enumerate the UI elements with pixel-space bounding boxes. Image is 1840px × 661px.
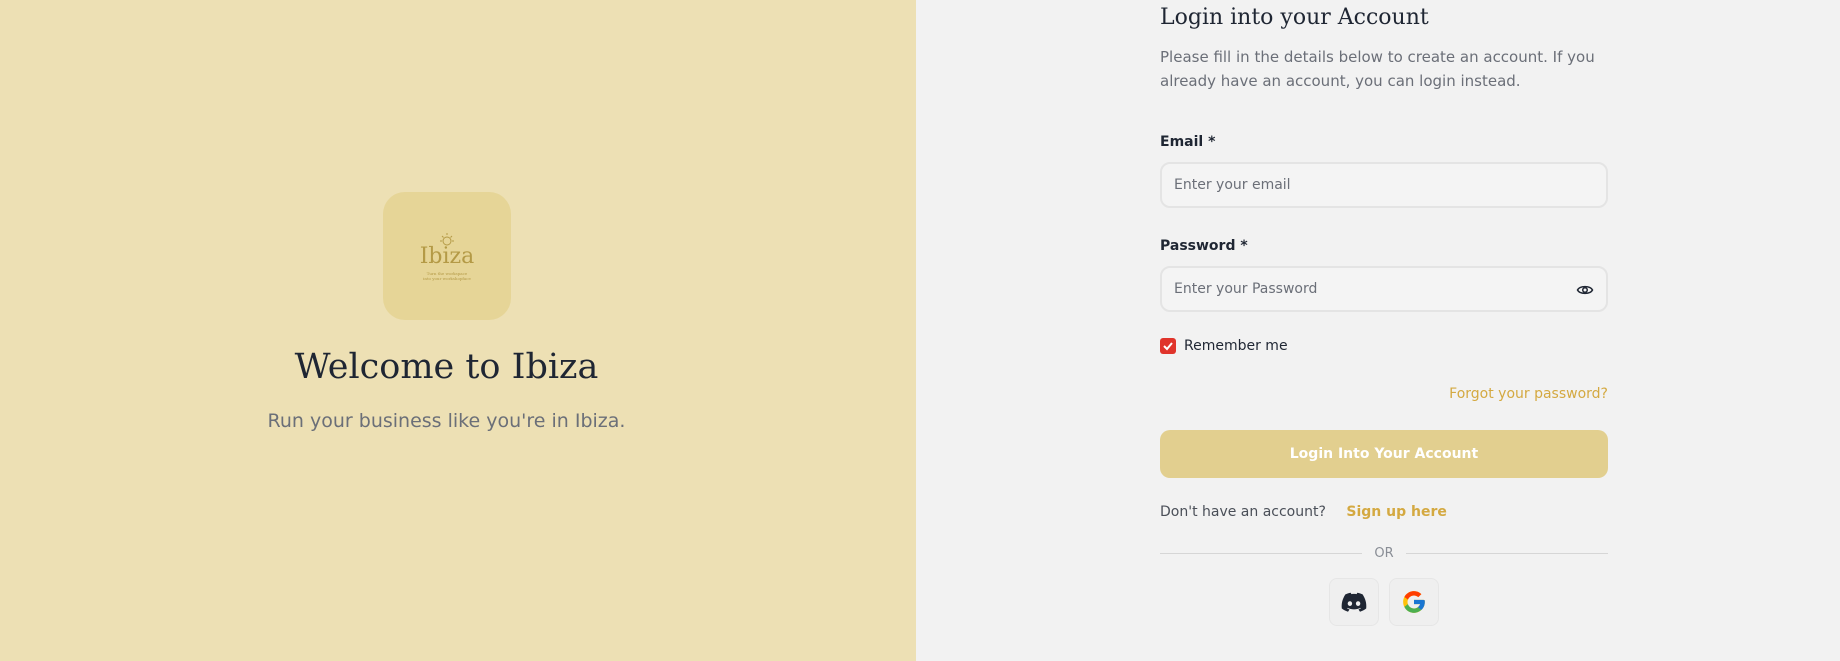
- social-login-buttons: [1160, 578, 1608, 626]
- password-input[interactable]: [1162, 268, 1606, 310]
- email-label: Email *: [1160, 134, 1216, 150]
- login-panel: Login into your Account Please fill in t…: [916, 0, 1840, 661]
- password-label: Password *: [1160, 238, 1248, 254]
- google-icon: [1403, 591, 1425, 613]
- signup-link[interactable]: Sign up here: [1346, 504, 1446, 520]
- remember-me-row: Remember me: [1160, 338, 1288, 354]
- ibiza-logo: Ibiza Turn the workspace into your works…: [383, 192, 511, 320]
- logo-tagline: Turn the workspace into your workshopfac…: [423, 270, 471, 281]
- password-field-wrapper: [1160, 266, 1608, 312]
- discord-icon: [1341, 592, 1367, 612]
- discord-login-button[interactable]: [1329, 578, 1379, 626]
- signup-row: Don't have an account? Sign up here: [1160, 504, 1447, 520]
- remember-me-label[interactable]: Remember me: [1184, 338, 1288, 354]
- checkmark-icon: [1163, 342, 1173, 351]
- login-button[interactable]: Login Into Your Account: [1160, 430, 1608, 478]
- form-title: Login into your Account: [1160, 5, 1429, 30]
- logo-wordmark: Ibiza: [419, 243, 475, 269]
- remember-me-checkbox[interactable]: [1160, 338, 1176, 354]
- divider-line: [1405, 552, 1609, 554]
- google-login-button[interactable]: [1389, 578, 1439, 626]
- form-description: Please fill in the details below to crea…: [1160, 48, 1595, 90]
- forgot-password-link[interactable]: Forgot your password?: [1449, 386, 1608, 402]
- brand-panel: Ibiza Turn the workspace into your works…: [0, 0, 916, 661]
- or-divider: OR: [1160, 544, 1609, 562]
- or-text: OR: [1374, 545, 1394, 561]
- signup-prompt: Don't have an account?: [1160, 504, 1326, 520]
- divider-line: [1160, 552, 1363, 554]
- welcome-tagline: Run your business like you're in Ibiza.: [267, 410, 626, 432]
- eye-icon[interactable]: [1576, 281, 1594, 299]
- email-input[interactable]: [1162, 164, 1606, 206]
- login-form: Login into your Account Please fill in t…: [1160, 0, 1609, 626]
- email-field-wrapper: [1160, 162, 1608, 208]
- welcome-title: Welcome to Ibiza: [294, 347, 599, 387]
